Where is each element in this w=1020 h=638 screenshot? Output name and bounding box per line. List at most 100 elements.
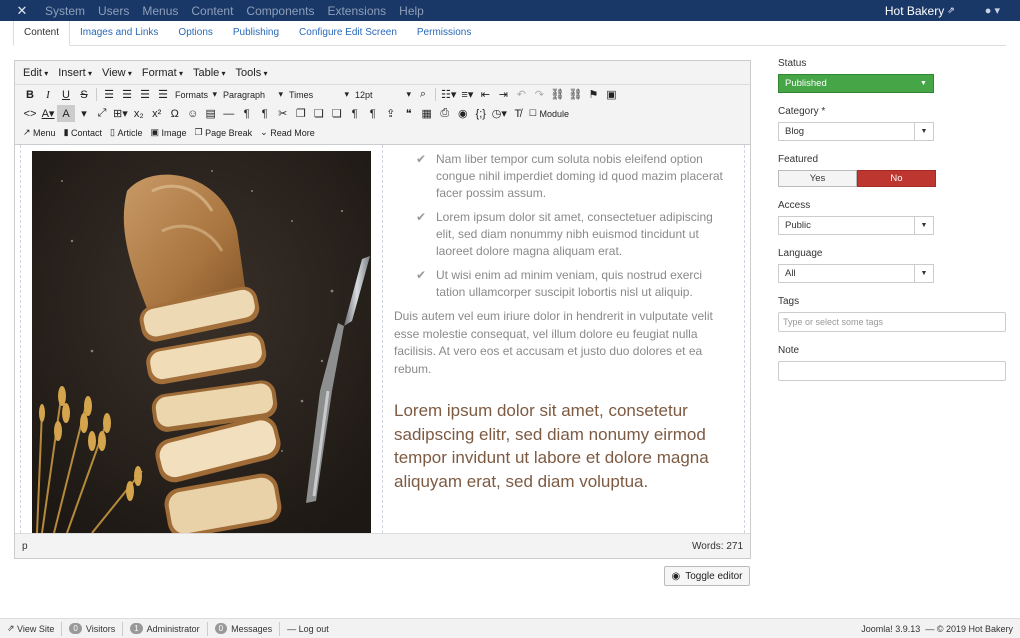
logout-link[interactable]: — Log out (280, 622, 336, 636)
insert-pagebreak-button[interactable]: ❐ Page Break (193, 127, 259, 138)
tab-permissions[interactable]: Permissions (407, 21, 481, 45)
template-icon[interactable]: ▦ (418, 105, 436, 122)
preview-icon[interactable]: ◉ (454, 105, 472, 122)
strikethrough-icon[interactable]: S (75, 86, 93, 103)
outdent-icon[interactable]: ⇤ (476, 86, 494, 103)
font-size-select[interactable]: 12pt ▾ (352, 86, 414, 103)
code-icon[interactable]: <> (21, 105, 39, 122)
menu-view[interactable]: View (102, 67, 132, 79)
undo-icon[interactable]: ↶ (512, 86, 530, 103)
font-family-select[interactable]: Times ▾ (286, 86, 352, 103)
align-left-icon[interactable]: ☰ (100, 86, 118, 103)
menu-system[interactable]: System (45, 4, 85, 18)
table-icon[interactable]: ⊞▾ (111, 105, 130, 122)
menu-components[interactable]: Components (246, 4, 314, 18)
background-color-icon[interactable]: A (57, 105, 75, 122)
special-char-icon[interactable]: Ω (166, 105, 184, 122)
status-select[interactable]: Published ▼ (778, 74, 934, 93)
tags-input[interactable]: Type or select some tags (778, 312, 1006, 332)
menu-content[interactable]: Content (191, 4, 233, 18)
unlink-icon[interactable]: ⛓ (566, 86, 584, 103)
chevron-down-icon[interactable]: ▾ (75, 105, 93, 122)
align-center-icon[interactable]: ☰ (118, 86, 136, 103)
language-select[interactable]: All ▼ (778, 264, 934, 283)
site-name-link[interactable]: Hot Bakery (885, 4, 944, 18)
view-site-link[interactable]: ⇗ View Site (0, 621, 63, 636)
blockquote-icon[interactable]: ❝ (400, 105, 418, 122)
visual-chars-icon[interactable]: ¶ (346, 105, 364, 122)
underline-icon[interactable]: U (57, 86, 75, 103)
insert-contact-button[interactable]: ▮ Contact (62, 127, 108, 138)
clock-icon[interactable]: ◷▾ (490, 105, 509, 122)
copy-icon[interactable]: ❐ (292, 105, 310, 122)
bullet-list-icon[interactable]: ☷▾ (439, 86, 458, 103)
tab-configure-edit-screen[interactable]: Configure Edit Screen (289, 21, 407, 45)
paste-text-icon[interactable]: ❏ (328, 105, 346, 122)
redo-icon[interactable]: ↷ (530, 86, 548, 103)
tab-images-links[interactable]: Images and Links (70, 21, 168, 45)
element-path[interactable]: p (22, 541, 28, 552)
upload-icon[interactable]: ⇪ (382, 105, 400, 122)
text-color-icon[interactable]: A▾ (39, 105, 57, 122)
note-input[interactable] (778, 361, 1006, 381)
category-select[interactable]: Blog ▼ (778, 122, 934, 141)
visitors-link[interactable]: 0 Visitors (62, 621, 124, 636)
link-icon[interactable]: ⛓ (548, 86, 566, 103)
cut-icon[interactable]: ✂ (274, 105, 292, 122)
emoticons-icon[interactable]: ☺ (184, 105, 202, 122)
tab-content[interactable]: Content (13, 21, 71, 46)
binoculars-icon[interactable]: ⌕ (414, 86, 432, 103)
toggle-editor-button[interactable]: ◉ Toggle editor (664, 566, 750, 586)
menu-extensions[interactable]: Extensions (327, 4, 386, 18)
administrator-link[interactable]: 1 Administrator (123, 621, 208, 636)
module-button[interactable]: ☐ Module (527, 108, 575, 119)
featured-yes-button[interactable]: Yes (778, 170, 857, 187)
tab-publishing[interactable]: Publishing (223, 21, 289, 45)
bold-icon[interactable]: B (21, 86, 39, 103)
insert-menu-button[interactable]: ↗ Menu (21, 127, 62, 138)
subscript-icon[interactable]: x₂ (130, 105, 148, 122)
visual-blocks-icon[interactable]: ¶ (364, 105, 382, 122)
user-icon[interactable]: ● ▾ (985, 4, 1000, 17)
menu-insert[interactable]: Insert (58, 67, 92, 79)
align-right-icon[interactable]: ☰ (136, 86, 154, 103)
bookmark-icon[interactable]: ⚑ (584, 86, 602, 103)
bread-photo[interactable] (32, 151, 371, 533)
italic-icon[interactable]: I (39, 86, 57, 103)
numbered-list-icon[interactable]: ≡▾ (458, 86, 476, 103)
fullscreen-icon[interactable]: ⤢ (93, 105, 111, 122)
block-format-select[interactable]: Paragraph ▾ (220, 86, 286, 103)
menu-format[interactable]: Format (142, 67, 183, 79)
menu-edit[interactable]: Edit (23, 67, 48, 79)
insert-article-button[interactable]: ▯ Article (108, 127, 148, 138)
print-icon[interactable]: ⎙ (436, 105, 454, 122)
menu-help[interactable]: Help (399, 4, 424, 18)
messages-link[interactable]: 0 Messages (208, 621, 281, 636)
insert-image-button[interactable]: ▣ Image (149, 127, 193, 138)
indent-icon[interactable]: ⇥ (494, 86, 512, 103)
rtl-icon[interactable]: ¶ (256, 105, 274, 122)
access-select[interactable]: Public ▼ (778, 216, 934, 235)
code-sample-icon[interactable]: {;} (472, 105, 490, 122)
view-site-label: View Site (17, 623, 55, 634)
clear-format-icon[interactable]: T̸ (509, 105, 527, 122)
tags-label: Tags (778, 296, 800, 307)
menu-menus[interactable]: Menus (142, 4, 178, 18)
superscript-icon[interactable]: x² (148, 105, 166, 122)
menu-users[interactable]: Users (98, 4, 129, 18)
align-justify-icon[interactable]: ☰ (154, 86, 172, 103)
chevron-down-icon: ▼ (914, 265, 933, 282)
media-icon[interactable]: ▤ (202, 105, 220, 122)
menu-tools[interactable]: Tools (236, 67, 268, 79)
joomla-logo-icon[interactable]: ✕ (13, 0, 31, 21)
image-icon[interactable]: ▣ (602, 86, 620, 103)
tab-options[interactable]: Options (168, 21, 222, 45)
formats-dropdown[interactable]: Formats ▾ (172, 86, 220, 103)
paste-icon[interactable]: ❏ (310, 105, 328, 122)
featured-no-button[interactable]: No (857, 170, 936, 187)
editor-content-area[interactable]: ✔ Nam liber tempor cum soluta nobis eleif… (15, 145, 750, 533)
menu-table[interactable]: Table (193, 67, 226, 79)
ltr-icon[interactable]: ¶ (238, 105, 256, 122)
insert-readmore-button[interactable]: ⌄ Read More (258, 127, 321, 138)
horizontal-rule-icon[interactable]: — (220, 105, 238, 122)
